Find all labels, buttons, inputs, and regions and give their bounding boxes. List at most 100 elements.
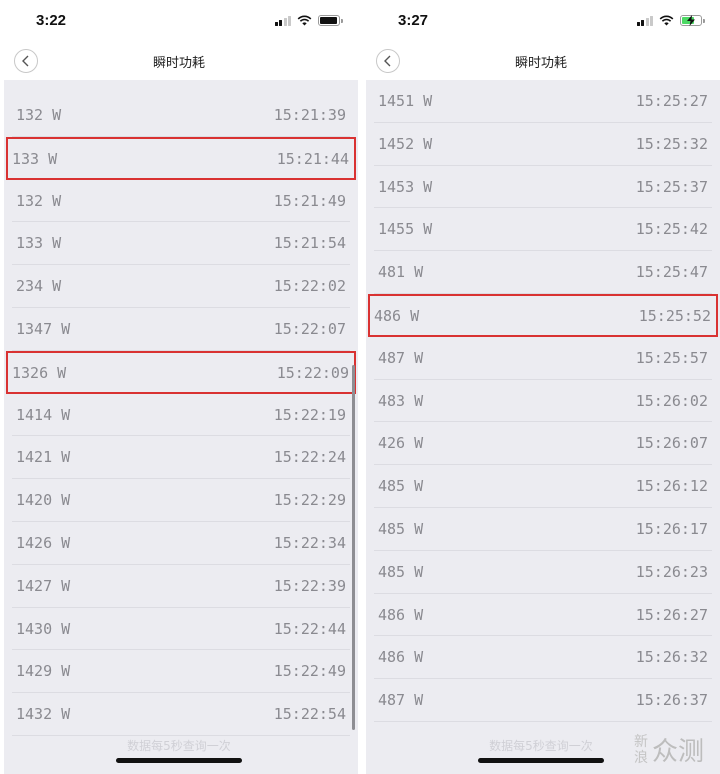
power-watts: 1429 W bbox=[16, 662, 71, 681]
rows-container: 132 W 15:21:39 133 W 15:21:44 132 W 15:21:49 1… bbox=[4, 94, 358, 736]
power-reading-row: 485 W 15:26:23 bbox=[374, 551, 712, 594]
power-reading-row: 1414 W 15:22:19 bbox=[12, 394, 350, 437]
status-bar: 3:22 bbox=[0, 0, 358, 44]
charging-bolt-icon bbox=[687, 15, 695, 26]
rows-container: 1451 W 15:25:27 1452 W 15:25:32 1453 W 15:25:… bbox=[366, 80, 720, 722]
power-watts: 1426 W bbox=[16, 533, 71, 552]
status-time: 3:22 bbox=[36, 12, 67, 29]
reading-time: 15:25:37 bbox=[635, 177, 708, 196]
reading-time: 15:22:19 bbox=[273, 405, 346, 424]
watermark-logo: 新浪 众测 bbox=[634, 734, 716, 768]
wifi-icon bbox=[297, 15, 312, 26]
power-watts: 1414 W bbox=[16, 405, 71, 424]
power-watts: 133 W bbox=[12, 149, 58, 168]
power-watts: 426 W bbox=[378, 434, 424, 453]
reading-time: 15:26:23 bbox=[635, 562, 708, 581]
power-watts: 486 W bbox=[374, 306, 420, 325]
power-list[interactable]: 1451 W 15:25:27 1452 W 15:25:32 1453 W 15:25:… bbox=[366, 80, 720, 774]
home-indicator[interactable] bbox=[116, 758, 242, 763]
power-watts: 487 W bbox=[378, 691, 424, 710]
power-reading-row: 132 W 15:21:39 bbox=[12, 94, 350, 137]
reading-time: 15:22:49 bbox=[273, 662, 346, 681]
power-watts: 1432 W bbox=[16, 705, 71, 724]
nav-bar: 瞬时功耗 bbox=[362, 44, 720, 78]
reading-time: 15:22:09 bbox=[276, 363, 349, 382]
reading-time: 15:22:54 bbox=[273, 705, 346, 724]
power-reading-row: 483 W 15:26:02 bbox=[374, 380, 712, 423]
power-watts: 1420 W bbox=[16, 491, 71, 510]
reading-time: 15:22:39 bbox=[273, 576, 346, 595]
reading-time: 15:25:57 bbox=[635, 348, 708, 367]
reading-time: 15:21:39 bbox=[273, 106, 346, 124]
power-reading-row: 481 W 15:25:47 bbox=[374, 251, 712, 294]
battery-level bbox=[320, 17, 337, 24]
power-reading-row: 1432 W 15:22:54 bbox=[12, 693, 350, 736]
reading-time: 15:25:27 bbox=[635, 92, 708, 110]
power-watts: 234 W bbox=[16, 277, 62, 296]
watermark-line1: 新浪 bbox=[634, 734, 648, 766]
power-watts: 1347 W bbox=[16, 319, 71, 338]
reading-time: 15:26:07 bbox=[635, 434, 708, 453]
status-icons bbox=[636, 15, 705, 26]
reading-time: 15:21:44 bbox=[276, 149, 349, 168]
power-watts: 1421 W bbox=[16, 448, 71, 467]
power-watts: 1326 W bbox=[12, 363, 67, 382]
power-reading-row: 1429 W 15:22:49 bbox=[12, 650, 350, 694]
status-time: 3:27 bbox=[398, 12, 429, 29]
reading-time: 15:26:17 bbox=[635, 519, 708, 538]
nav-bar: 瞬时功耗 bbox=[0, 44, 358, 78]
page-title: 瞬时功耗 bbox=[152, 56, 205, 71]
reading-time: 15:25:42 bbox=[635, 220, 708, 239]
power-watts: 485 W bbox=[378, 562, 424, 581]
power-reading-row: 1430 W 15:22:44 bbox=[12, 608, 350, 651]
power-reading-row-highlighted: 1326 W 15:22:09 bbox=[6, 350, 356, 394]
power-watts: 486 W bbox=[378, 648, 424, 667]
battery-icon bbox=[318, 15, 343, 26]
power-reading-row: 1347 W 15:22:07 bbox=[12, 308, 350, 351]
power-reading-row: 1451 W 15:25:27 bbox=[374, 80, 712, 123]
cellular-signal-icon bbox=[636, 15, 653, 26]
scroll-indicator[interactable] bbox=[352, 365, 355, 730]
phone-screen-left: 3:22 瞬时功耗 132 W 15:21:39 133 W 15:21:44 132 … bbox=[0, 0, 358, 774]
power-watts: 1430 W bbox=[16, 619, 71, 638]
power-reading-row: 1453 W 15:25:37 bbox=[374, 166, 712, 209]
reading-time: 15:25:52 bbox=[638, 306, 711, 325]
reading-time: 15:26:02 bbox=[635, 391, 708, 410]
power-watts: 486 W bbox=[378, 605, 424, 624]
power-watts: 133 W bbox=[16, 234, 62, 253]
reading-time: 15:26:37 bbox=[635, 691, 708, 710]
power-reading-row: 486 W 15:26:27 bbox=[374, 594, 712, 637]
power-watts: 1451 W bbox=[378, 92, 433, 110]
power-watts: 1427 W bbox=[16, 576, 71, 595]
status-icons bbox=[274, 15, 343, 26]
power-reading-row: 1426 W 15:22:34 bbox=[12, 522, 350, 565]
power-reading-row: 1455 W 15:25:42 bbox=[374, 208, 712, 252]
power-reading-row: 1420 W 15:22:29 bbox=[12, 479, 350, 522]
power-reading-row: 234 W 15:22:02 bbox=[12, 265, 350, 308]
power-watts: 487 W bbox=[378, 348, 424, 367]
power-watts: 481 W bbox=[378, 263, 424, 282]
power-watts: 485 W bbox=[378, 519, 424, 538]
reading-time: 15:22:34 bbox=[273, 533, 346, 552]
power-reading-row: 132 W 15:21:49 bbox=[12, 180, 350, 223]
power-reading-row: 133 W 15:21:54 bbox=[12, 222, 350, 266]
power-reading-row-highlighted: 486 W 15:25:52 bbox=[368, 293, 718, 337]
power-watts: 483 W bbox=[378, 391, 424, 410]
power-watts: 1452 W bbox=[378, 134, 433, 153]
power-reading-row: 487 W 15:25:57 bbox=[374, 337, 712, 380]
power-list[interactable]: 132 W 15:21:39 133 W 15:21:44 132 W 15:21:49 1… bbox=[4, 80, 358, 774]
footer-note: 数据每5秒查询一次 bbox=[127, 739, 231, 753]
power-reading-row: 485 W 15:26:12 bbox=[374, 465, 712, 508]
reading-time: 15:22:02 bbox=[273, 277, 346, 296]
reading-time: 15:25:32 bbox=[635, 134, 708, 153]
home-indicator[interactable] bbox=[478, 758, 604, 763]
reading-time: 15:22:44 bbox=[273, 619, 346, 638]
power-reading-row-highlighted: 133 W 15:21:44 bbox=[6, 136, 356, 180]
reading-time: 15:25:47 bbox=[635, 263, 708, 282]
battery-charging-icon bbox=[680, 15, 705, 26]
wifi-icon bbox=[659, 15, 674, 26]
power-watts: 132 W bbox=[16, 191, 62, 210]
power-watts: 132 W bbox=[16, 106, 62, 124]
cellular-signal-icon bbox=[274, 15, 291, 26]
power-reading-row: 486 W 15:26:32 bbox=[374, 636, 712, 680]
